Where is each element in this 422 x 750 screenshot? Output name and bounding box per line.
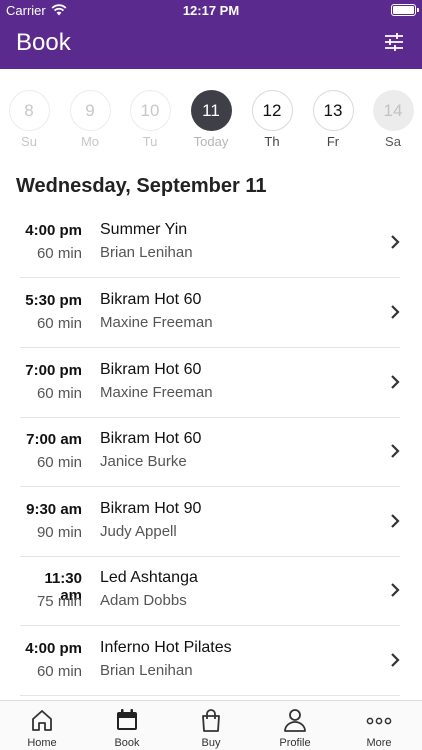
- class-list: 4:00 pm 60 min Summer Yin Brian Lenihan …: [0, 208, 422, 700]
- class-duration: 75 min: [36, 593, 82, 610]
- class-time: 7:00 am: [26, 431, 82, 448]
- class-name: Summer Yin: [100, 221, 188, 238]
- chevron-right-icon: [391, 514, 400, 528]
- tab-bar: Home Book Buy Profile More: [0, 700, 422, 750]
- tab-label: Book: [114, 737, 140, 749]
- class-teacher: Brian Lenihan: [100, 662, 193, 679]
- chevron-right-icon: [391, 375, 400, 389]
- class-time: 9:30 am: [26, 501, 82, 518]
- day-label: Sa: [385, 134, 401, 149]
- tab-label: Buy: [201, 737, 221, 749]
- class-teacher: Brian Lenihan: [100, 244, 193, 261]
- chevron-right-icon: [391, 235, 400, 249]
- day-number: 10: [129, 90, 171, 131]
- day-label: Mo: [80, 134, 100, 149]
- class-duration: 60 min: [36, 454, 82, 471]
- day-number: 11: [190, 90, 232, 131]
- class-teacher: Judy Appell: [100, 523, 177, 540]
- home-icon: [32, 710, 52, 731]
- class-row[interactable]: 5:30 pm 60 min Bikram Hot 60 Maxine Free…: [20, 278, 400, 348]
- calendar-icon: [117, 709, 137, 730]
- class-time: 5:30 pm: [25, 292, 82, 309]
- tab-book[interactable]: Book: [85, 701, 169, 750]
- class-teacher: Janice Burke: [100, 453, 187, 470]
- day-number: 12: [251, 90, 293, 131]
- class-teacher: Adam Dobbs: [100, 592, 187, 609]
- day-number: 13: [312, 90, 354, 131]
- class-time: 7:00 pm: [25, 362, 82, 379]
- day-number: 9: [69, 90, 111, 131]
- chevron-right-icon: [391, 583, 400, 597]
- chevron-right-icon: [391, 305, 400, 319]
- class-duration: 90 min: [36, 524, 82, 541]
- tab-label: Profile: [279, 737, 311, 749]
- day-label: Tu: [142, 134, 158, 149]
- class-row[interactable]: 9:30 am 90 min Bikram Hot 90 Judy Appell: [20, 487, 400, 557]
- row-divider: [20, 695, 400, 696]
- class-time: 4:00 pm: [25, 640, 82, 657]
- day-label: Su: [21, 134, 37, 149]
- class-duration: 60 min: [36, 315, 82, 332]
- day-number: 8: [8, 90, 50, 131]
- status-time: 12:17 PM: [182, 3, 240, 18]
- tab-label: Home: [27, 737, 57, 749]
- day-label: Th: [264, 134, 280, 149]
- page-title: Book: [16, 29, 71, 56]
- status-bar: Carrier 12:17 PM: [0, 0, 422, 20]
- class-name: Bikram Hot 90: [100, 500, 202, 517]
- day-button-12[interactable]: 12 Th: [250, 90, 294, 154]
- tab-more[interactable]: More: [337, 701, 421, 750]
- class-name: Bikram Hot 60: [100, 430, 202, 447]
- more-dots-icon: [366, 717, 392, 725]
- shopping-bag-icon: [202, 709, 220, 732]
- class-row[interactable]: 7:00 pm 60 min Bikram Hot 60 Maxine Free…: [20, 348, 400, 418]
- class-duration: 60 min: [36, 663, 82, 680]
- chevron-right-icon: [391, 653, 400, 667]
- class-row[interactable]: 4:00 pm 60 min Inferno Hot Pilates Brian…: [20, 626, 400, 696]
- day-picker: 8 Su 9 Mo 10 Tu 11 Today 12 Th 13 Fr 14 …: [0, 88, 422, 156]
- day-button-14[interactable]: 14 Sa: [371, 90, 415, 154]
- class-teacher: Maxine Freeman: [100, 384, 213, 401]
- class-teacher: Maxine Freeman: [100, 314, 213, 331]
- tab-buy[interactable]: Buy: [169, 701, 253, 750]
- class-duration: 60 min: [36, 245, 82, 262]
- filter-icon[interactable]: [384, 33, 404, 51]
- class-row[interactable]: 4:00 pm 60 min Summer Yin Brian Lenihan: [20, 208, 400, 278]
- tab-label: More: [366, 737, 392, 749]
- class-name: Led Ashtanga: [100, 569, 198, 586]
- day-label: Fr: [326, 134, 340, 149]
- class-name: Bikram Hot 60: [100, 361, 202, 378]
- tab-profile[interactable]: Profile: [253, 701, 337, 750]
- person-icon: [284, 709, 306, 732]
- battery-icon: [391, 4, 419, 16]
- day-button-9[interactable]: 9 Mo: [68, 90, 112, 154]
- class-row[interactable]: 11:30 am 75 min Led Ashtanga Adam Dobbs: [20, 556, 400, 626]
- class-time: 4:00 pm: [25, 222, 82, 239]
- tab-home[interactable]: Home: [0, 701, 84, 750]
- day-button-today[interactable]: 11 Today: [189, 90, 233, 154]
- class-duration: 60 min: [36, 385, 82, 402]
- day-button-8[interactable]: 8 Su: [7, 90, 51, 154]
- day-label: Today: [193, 134, 229, 149]
- chevron-right-icon: [391, 444, 400, 458]
- header-bar: Carrier 12:17 PM Book: [0, 0, 422, 69]
- day-button-10[interactable]: 10 Tu: [128, 90, 172, 154]
- class-name: Bikram Hot 60: [100, 291, 202, 308]
- date-heading: Wednesday, September 11: [16, 175, 267, 197]
- class-name: Inferno Hot Pilates: [100, 639, 232, 656]
- day-number: 14: [372, 90, 414, 131]
- class-row[interactable]: 7:00 am 60 min Bikram Hot 60 Janice Burk…: [20, 417, 400, 487]
- day-button-13[interactable]: 13 Fr: [311, 90, 355, 154]
